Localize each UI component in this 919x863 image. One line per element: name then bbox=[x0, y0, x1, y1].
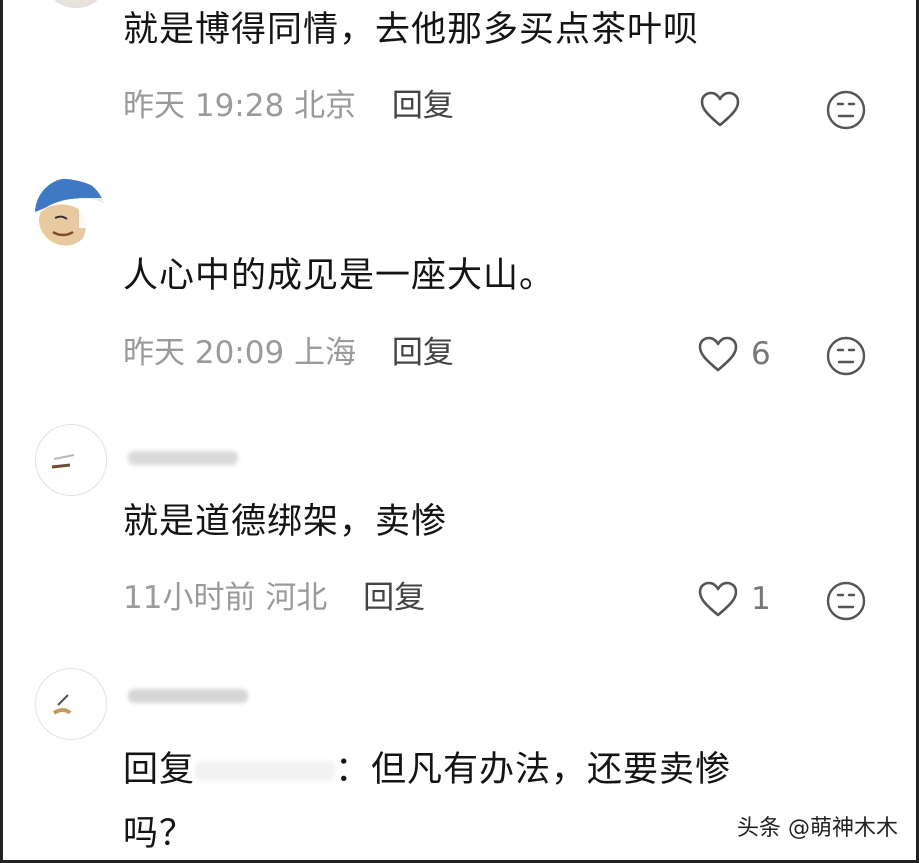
watermark: 头条 @萌神木木 bbox=[737, 816, 898, 841]
heart-outline-icon bbox=[698, 336, 738, 372]
avatar-image bbox=[51, 454, 75, 469]
avatar[interactable] bbox=[35, 424, 107, 496]
redacted-username bbox=[195, 761, 336, 781]
comment-location: 北京 bbox=[294, 88, 357, 124]
like-count: 6 bbox=[751, 336, 771, 372]
comment-text: 就是道德绑架，卖惨 bbox=[123, 502, 448, 542]
comment-time: 11小时前 bbox=[123, 580, 256, 616]
like-button[interactable]: 6 bbox=[697, 335, 771, 373]
avatar-image bbox=[35, 178, 105, 246]
avatar[interactable] bbox=[35, 178, 105, 248]
like-count: 1 bbox=[751, 581, 771, 617]
avatar-image bbox=[52, 694, 72, 715]
comment-location: 河北 bbox=[265, 580, 328, 616]
like-button[interactable]: 1 bbox=[697, 580, 771, 618]
comment-list: 就是博得同情，去他那多买点茶叶呗 昨天 19:28 北京 回复 人心中的成见是一… bbox=[0, 0, 919, 863]
heart-outline-icon bbox=[698, 581, 738, 617]
emoji-button[interactable] bbox=[825, 580, 867, 626]
comment-text: 就是博得同情，去他那多买点茶叶呗 bbox=[123, 10, 700, 50]
emoji-button[interactable] bbox=[825, 89, 867, 135]
reply-button[interactable]: 回复 bbox=[392, 88, 454, 124]
comment-text-continued: 吗？ bbox=[123, 814, 196, 854]
reply-prefix: 回复 bbox=[123, 750, 196, 790]
reply-button[interactable]: 回复 bbox=[392, 335, 454, 371]
comment-meta: 11小时前 河北 回复 bbox=[123, 580, 425, 617]
comment-location: 上海 bbox=[294, 335, 357, 371]
emoji-button[interactable] bbox=[825, 335, 867, 381]
reply-button[interactable]: 回复 bbox=[363, 580, 425, 616]
comment-meta: 昨天 19:28 北京 回复 bbox=[123, 88, 454, 125]
username-redacted bbox=[128, 446, 238, 470]
comment-text: 人心中的成见是一座大山。 bbox=[123, 256, 556, 296]
reply-body: ：但凡有办法，还要卖惨 bbox=[335, 750, 732, 790]
neutral-face-icon bbox=[826, 90, 866, 130]
neutral-face-icon bbox=[826, 336, 866, 376]
comment-meta: 昨天 20:09 上海 回复 bbox=[123, 335, 454, 372]
comment-time: 昨天 20:09 bbox=[123, 335, 285, 371]
like-button[interactable] bbox=[699, 90, 741, 128]
avatar-partial[interactable] bbox=[43, 0, 109, 8]
username-redacted bbox=[128, 684, 248, 708]
neutral-face-icon bbox=[826, 581, 866, 621]
avatar[interactable] bbox=[35, 668, 107, 740]
heart-outline-icon bbox=[700, 91, 740, 127]
comment-text: 回复 ：但凡有办法，还要卖惨 bbox=[123, 750, 731, 790]
comment-time: 昨天 19:28 bbox=[123, 88, 285, 124]
